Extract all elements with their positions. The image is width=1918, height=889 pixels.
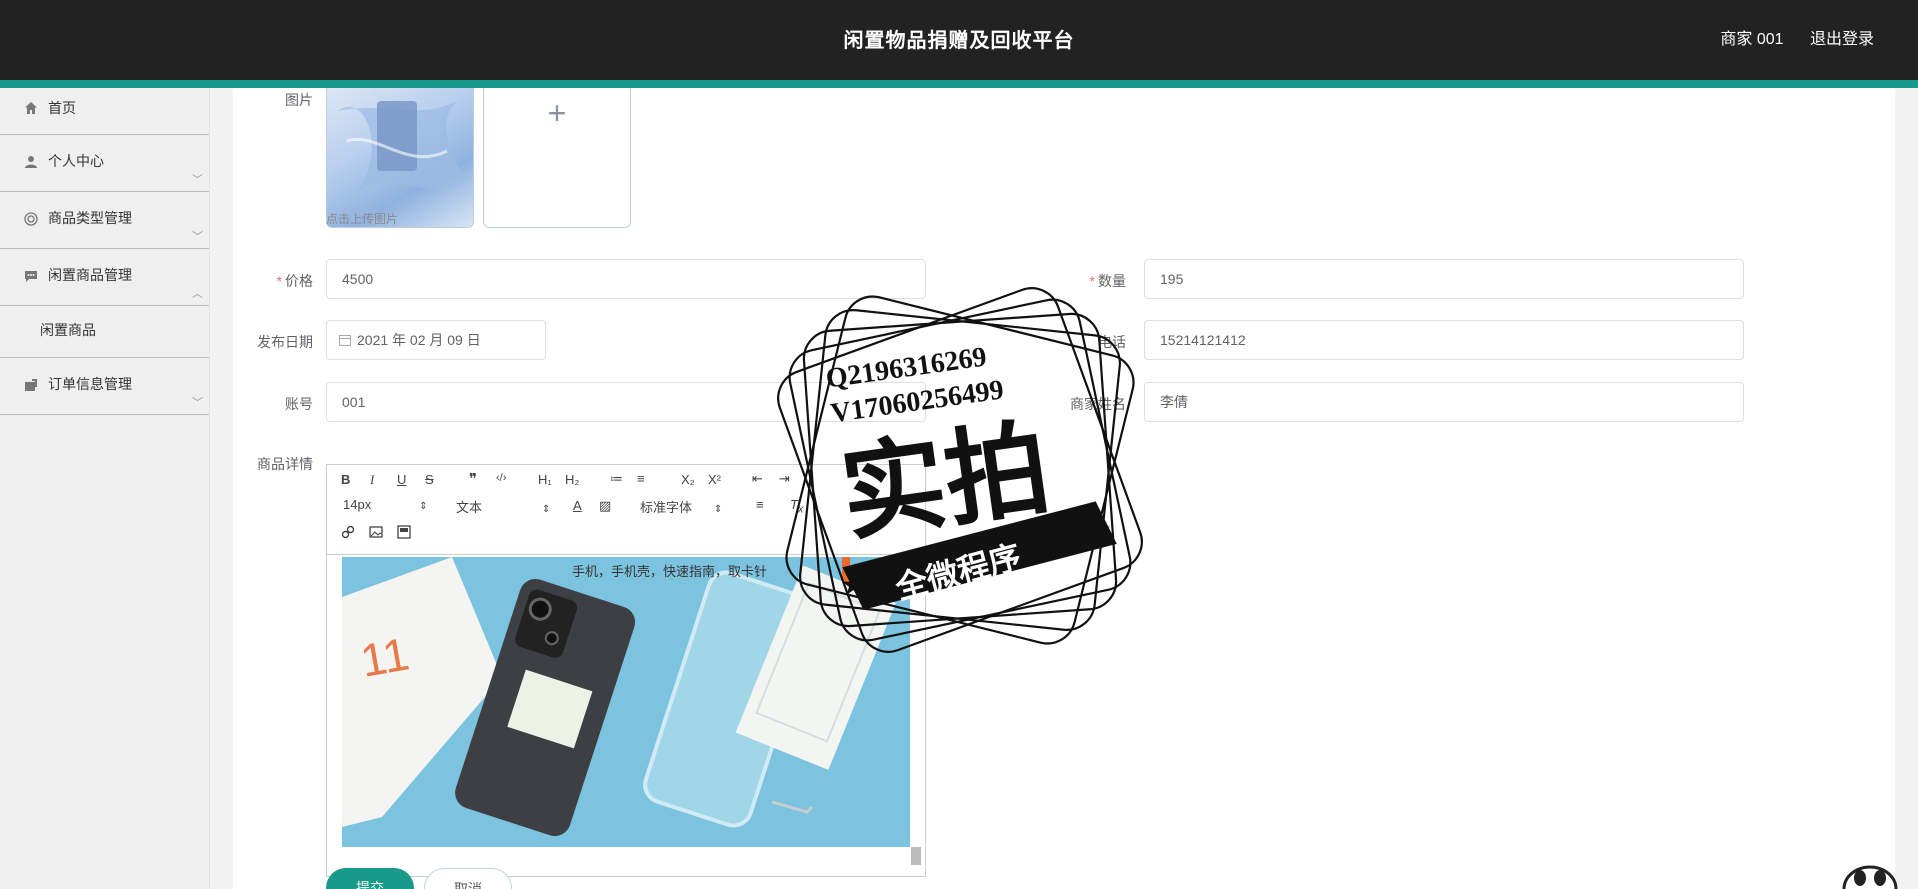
date-picker[interactable]: 2021 年 02 月 09 日: [326, 320, 546, 360]
sidebar-item-orders[interactable]: 订单信息管理 ﹀: [0, 358, 209, 415]
text-color-icon[interactable]: A: [573, 498, 582, 513]
chevron-up-icon: ︿: [192, 288, 203, 300]
image-icon[interactable]: [369, 525, 383, 539]
plus-icon: +: [547, 95, 567, 131]
editor-content[interactable]: 11 手机，手机壳，快速指南，取卡针: [327, 555, 925, 876]
date-value: 2021 年 02 月 09 日: [357, 332, 481, 348]
price-input[interactable]: 4500: [326, 259, 926, 299]
product-photo: 11: [342, 557, 910, 847]
h2-button[interactable]: H₂: [565, 472, 579, 487]
editor-caption: 手机，手机壳，快速指南，取卡针: [572, 564, 768, 579]
indent-button[interactable]: ⇥: [779, 471, 790, 487]
account-input[interactable]: 001: [326, 382, 926, 422]
calendar-icon: [339, 335, 351, 346]
outdent-button[interactable]: ⇤: [752, 471, 763, 487]
ordered-list-button[interactable]: ≔: [610, 471, 623, 487]
logout-link[interactable]: 退出登录: [1810, 31, 1874, 48]
home-icon: [25, 102, 37, 114]
main-panel: 图片 + 点击上传图片 * 价格 4500 * 数量 195 发布日期 2021 年…: [233, 88, 1895, 889]
chevron-down-icon: ﹀: [192, 397, 203, 409]
superscript-button[interactable]: X²: [708, 472, 721, 487]
order-icon: [25, 379, 37, 391]
chat-icon: [25, 271, 37, 282]
phone-image-icon: [337, 101, 467, 191]
bold-button[interactable]: B: [341, 472, 350, 487]
category-icon: [24, 212, 38, 226]
underline-button[interactable]: U: [397, 472, 406, 487]
quantity-label: * 数量: [1089, 273, 1126, 289]
font-size-select[interactable]: 14px ⇕: [343, 497, 428, 512]
account-label: 账号: [285, 396, 313, 412]
sidebar-item-personal[interactable]: 个人中心 ﹀: [0, 135, 209, 192]
detail-label: 商品详情: [257, 456, 313, 472]
background-color-icon[interactable]: ▨: [599, 498, 611, 514]
current-user[interactable]: 商家 001: [1720, 31, 1783, 48]
upload-add-button[interactable]: +: [483, 88, 631, 228]
sidebar-subitem-idle-goods[interactable]: 闲置商品: [0, 306, 209, 358]
sidebar-item-label: 订单信息管理: [48, 376, 132, 392]
user-icon: [25, 156, 37, 168]
date-label: 发布日期: [257, 334, 313, 350]
link-icon[interactable]: [341, 525, 355, 539]
submit-button[interactable]: 提交: [326, 868, 414, 889]
block-type-select[interactable]: 文本 ⇕: [456, 497, 550, 516]
sidebar: 首页 个人中心 ﹀ 商品类型管理 ﹀ 闲置商品管理 ︿ 闲置商品 订单信息管理 …: [0, 88, 210, 889]
sidebar-item-label: 闲置商品管理: [48, 267, 132, 283]
image-label: 图片: [285, 92, 313, 108]
mascot-icon: [1842, 865, 1898, 889]
quote-button[interactable]: ❞: [469, 470, 477, 488]
font-family-select[interactable]: 标准字体 ⇕: [640, 497, 722, 516]
h1-button[interactable]: H₁: [538, 472, 552, 487]
sidebar-item-label: 首页: [48, 100, 76, 116]
phone-label: 电话: [1098, 334, 1126, 350]
sidebar-item-label: 商品类型管理: [48, 210, 132, 226]
editor-toolbar: B I U S ❞ ‹/› H₁ H₂ ≔ ≡ X₂ X² ⇤ ⇥ 14px ⇕ …: [327, 465, 925, 555]
cancel-button[interactable]: 取消: [424, 868, 512, 889]
rich-text-editor[interactable]: B I U S ❞ ‹/› H₁ H₂ ≔ ≡ X₂ X² ⇤ ⇥ 14px ⇕ …: [326, 464, 926, 877]
sidebar-item-home[interactable]: 首页: [0, 88, 209, 135]
clear-format-icon[interactable]: Tx: [790, 497, 803, 516]
merchant-name-input[interactable]: 李倩: [1144, 382, 1744, 422]
top-bar-accent: [0, 80, 1918, 88]
merchant-name-label: 商家姓名: [1070, 396, 1126, 412]
phone-input[interactable]: 15214121412: [1144, 320, 1744, 360]
app-title: 闲置物品捐赠及回收平台: [843, 30, 1075, 52]
align-icon[interactable]: ≡: [756, 497, 764, 512]
svg-text:11: 11: [357, 627, 413, 687]
sidebar-item-category[interactable]: 商品类型管理 ﹀: [0, 192, 209, 249]
user-area: 商家 001 退出登录: [1698, 0, 1874, 80]
price-label: * 价格: [276, 273, 313, 289]
subscript-button[interactable]: X₂: [681, 472, 695, 487]
code-button[interactable]: ‹/›: [496, 472, 506, 484]
uploaded-image-thumbnail[interactable]: [326, 88, 474, 228]
upload-hint: 点击上传图片: [326, 212, 399, 226]
sidebar-item-idle-goods[interactable]: 闲置商品管理 ︿: [0, 249, 209, 306]
video-icon[interactable]: [397, 525, 411, 539]
editor-scrollbar[interactable]: [911, 847, 921, 865]
strike-button[interactable]: S: [425, 472, 434, 487]
quantity-input[interactable]: 195: [1144, 259, 1744, 299]
bullet-list-button[interactable]: ≡: [637, 471, 645, 486]
sidebar-item-label: 个人中心: [48, 153, 104, 169]
italic-button[interactable]: I: [370, 472, 374, 488]
